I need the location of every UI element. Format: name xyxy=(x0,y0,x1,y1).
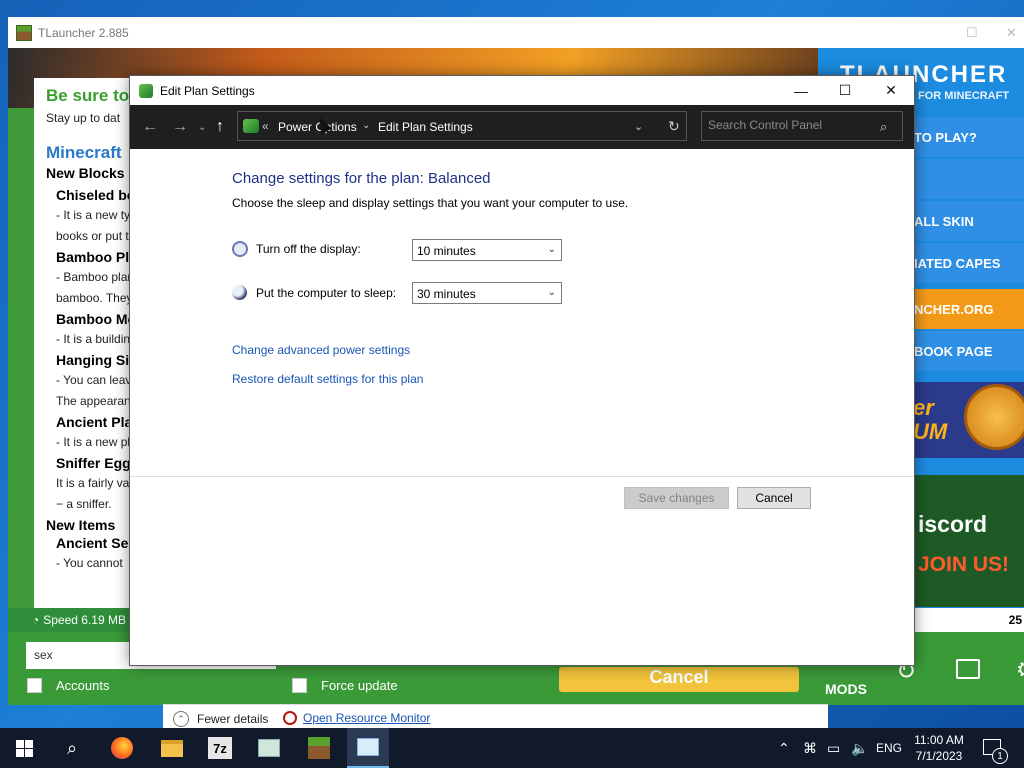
notification-count-badge: 1 xyxy=(992,748,1008,764)
breadcrumb-edit-plan-settings[interactable]: Edit Plan Settings xyxy=(378,120,473,134)
start-button[interactable] xyxy=(12,736,36,760)
tlauncher-titlebar: TLauncher 2.885 ☐ ✕ xyxy=(8,17,1024,48)
change-advanced-power-settings-link[interactable]: Change advanced power settings xyxy=(232,343,410,357)
overflow-chevron-icon[interactable]: « xyxy=(262,119,269,133)
edit-plan-settings-window: Edit Plan Settings — ☐ ✕ ← → ⌄ ↑ « Power… xyxy=(129,75,915,666)
tlauncher-app-icon xyxy=(16,24,32,41)
put-to-sleep-select[interactable]: 30 minutes ⌄ xyxy=(412,282,562,304)
meet-now-icon[interactable]: ⌘ xyxy=(803,728,817,768)
forward-arrow-icon[interactable]: → xyxy=(172,118,188,136)
tlauncher-icon[interactable] xyxy=(307,736,331,760)
force-update-checkbox-box[interactable] xyxy=(292,678,307,693)
turn-off-display-label: Turn off the display: xyxy=(256,242,361,256)
firefox-icon[interactable] xyxy=(110,736,134,760)
plan-settings-content: Change settings for the plan: Balanced C… xyxy=(130,149,914,665)
display-clock-icon xyxy=(232,241,248,257)
put-to-sleep-value: 30 minutes xyxy=(417,287,476,301)
task-manager-icon[interactable] xyxy=(257,736,281,760)
tlauncher-logo-subtitle: FOR MINECRAFT xyxy=(918,90,1010,102)
force-update-label: Force update xyxy=(321,678,398,693)
address-dropdown-icon[interactable]: ⌄ xyxy=(634,120,643,133)
save-changes-button[interactable]: Save changes xyxy=(624,487,729,509)
chevron-down-icon: ⌄ xyxy=(547,287,556,298)
sleep-setting-row: Put the computer to sleep: xyxy=(232,285,412,300)
display-setting-row: Turn off the display: xyxy=(232,241,412,257)
refresh-icon[interactable]: ↻ xyxy=(668,118,680,135)
7zip-icon[interactable]: 7z xyxy=(208,736,232,760)
gear-icon[interactable]: ⚙ xyxy=(1016,657,1024,683)
news-panel: Be sure to Stay up to dat Minecraft New … xyxy=(34,78,144,638)
open-resource-monitor-label: Open Resource Monitor xyxy=(303,711,431,725)
control-panel-icon[interactable] xyxy=(347,728,389,768)
download-speed-text: Speed 6.19 MB xyxy=(43,613,126,627)
maximize-icon[interactable]: ☐ xyxy=(966,25,978,41)
force-update-checkbox[interactable]: Force update xyxy=(292,678,398,693)
window-title: Edit Plan Settings xyxy=(160,83,255,98)
fewer-details-label: Fewer details xyxy=(197,712,269,726)
page-title: Change settings for the plan: Balanced xyxy=(232,170,491,187)
minimize-button[interactable]: — xyxy=(778,76,824,105)
put-to-sleep-label: Put the computer to sleep: xyxy=(256,285,397,300)
tlauncher-cancel-button[interactable]: Cancel xyxy=(559,667,799,692)
accounts-checkbox[interactable]: Accounts xyxy=(27,678,109,693)
language-indicator[interactable]: ENG xyxy=(876,728,902,768)
sleep-moon-icon xyxy=(232,285,247,300)
chevron-down-icon: ⌄ xyxy=(547,244,556,255)
page-description: Choose the sleep and display settings th… xyxy=(232,196,629,210)
discord-join-text: JOIN US! xyxy=(918,553,1010,576)
network-icon[interactable]: ▭ xyxy=(827,728,840,768)
clock-time: 11:00 AM xyxy=(914,733,964,747)
system-clock[interactable]: 11:00 AM 7/1/2023 xyxy=(906,732,972,764)
mods-button[interactable]: MODS xyxy=(825,681,867,697)
resource-monitor-icon xyxy=(283,711,297,725)
power-options-icon xyxy=(139,83,153,98)
tlauncher-title: TLauncher 2.885 xyxy=(38,25,129,40)
breadcrumb-separator-icon[interactable]: ⌄ xyxy=(362,120,370,131)
search-icon[interactable]: ⌕ xyxy=(60,736,84,760)
windows-logo-icon xyxy=(15,739,33,757)
close-button[interactable]: ✕ xyxy=(868,76,914,105)
open-resource-monitor-link[interactable]: Open Resource Monitor xyxy=(283,711,430,725)
window-titlebar[interactable]: Edit Plan Settings — ☐ ✕ xyxy=(130,76,914,105)
close-icon[interactable]: ✕ xyxy=(1006,25,1017,41)
premium-coin-icon xyxy=(964,384,1024,450)
search-input[interactable] xyxy=(708,118,868,132)
maximize-button[interactable]: ☐ xyxy=(822,76,868,105)
restore-default-settings-link[interactable]: Restore default settings for this plan xyxy=(232,372,423,386)
folder-icon[interactable] xyxy=(956,659,980,679)
discord-title: iscord xyxy=(918,511,988,537)
file-explorer-icon[interactable] xyxy=(160,736,184,760)
download-counter: 25 xyxy=(912,608,1024,632)
fewer-details-button[interactable]: ⌃ Fewer details xyxy=(173,711,268,727)
download-speed: ◔ Speed 6.19 MB xyxy=(32,613,126,627)
accounts-checkbox-box[interactable] xyxy=(27,678,42,693)
recent-locations-chevron-icon[interactable]: ⌄ xyxy=(198,122,206,133)
navigation-bar: ← → ⌄ ↑ « Power Options ⌄ Edit Plan Sett… xyxy=(130,105,914,149)
speed-icon: ◔ xyxy=(32,613,40,627)
control-panel-address-icon xyxy=(243,119,259,133)
turn-off-display-select[interactable]: 10 minutes ⌄ xyxy=(412,239,562,261)
back-arrow-icon[interactable]: ← xyxy=(142,118,158,136)
divider xyxy=(130,476,914,477)
clock-date: 7/1/2023 xyxy=(915,749,963,763)
premium-ad-text: er UM xyxy=(913,395,948,444)
search-box[interactable]: ⌕ xyxy=(701,111,903,141)
accounts-label: Accounts xyxy=(56,678,110,693)
cancel-button[interactable]: Cancel xyxy=(737,487,811,509)
taskbar: ⌕ 7z ⌃ ⌘ ▭ 🔈 ENG 11:00 AM 7/1/2023 1 xyxy=(0,728,1024,768)
chevron-up-icon: ⌃ xyxy=(173,711,189,727)
turn-off-display-value: 10 minutes xyxy=(417,244,476,258)
show-hidden-icons-chevron-icon[interactable]: ⌃ xyxy=(778,728,790,768)
task-manager-footer: ⌃ Fewer details Open Resource Monitor xyxy=(163,704,828,730)
volume-muted-icon[interactable]: 🔈 xyxy=(851,728,868,768)
address-bar[interactable]: « Power Options ⌄ Edit Plan Settings ⌄ ↻ xyxy=(237,111,687,141)
up-arrow-icon[interactable]: ↑ xyxy=(216,118,224,136)
search-icon[interactable]: ⌕ xyxy=(880,119,887,135)
